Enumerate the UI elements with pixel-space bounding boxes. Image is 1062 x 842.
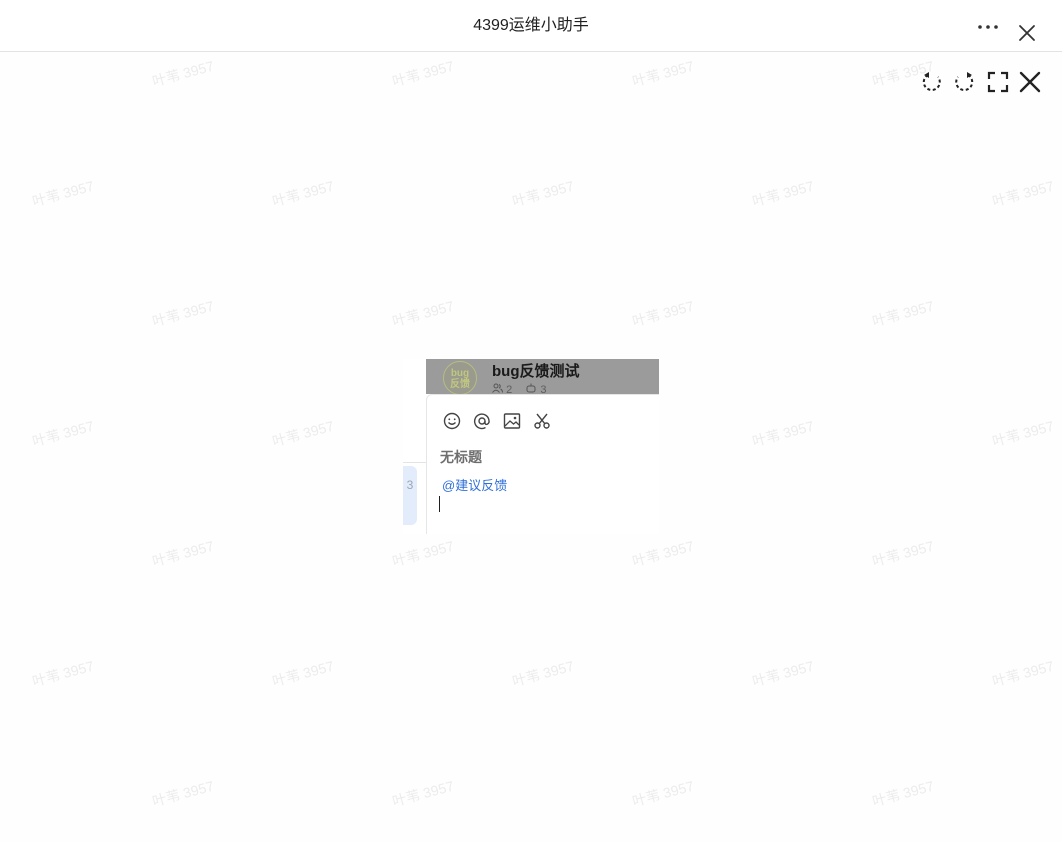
image-button[interactable]: [502, 411, 522, 431]
watermark-text: 叶苇 3957: [990, 657, 1056, 690]
fullscreen-button[interactable]: [986, 70, 1010, 94]
watermark-text: 叶苇 3957: [270, 417, 336, 450]
watermark-text: 叶苇 3957: [270, 657, 336, 690]
group-name: bug反馈测试: [492, 363, 580, 380]
scissors-icon: [534, 413, 550, 429]
watermark-text: 叶苇 3957: [510, 177, 576, 210]
watermark-text: 叶苇 3957: [750, 177, 816, 210]
rotate-left-icon: [922, 72, 941, 92]
watermark-text: 叶苇 3957: [630, 537, 696, 570]
watermark-text: 叶苇 3957: [870, 537, 936, 570]
image-icon: [503, 413, 521, 429]
watermark-text: 叶苇 3957: [870, 777, 936, 810]
rotate-right-button[interactable]: [952, 70, 976, 94]
watermark-text: 叶苇 3957: [270, 177, 336, 210]
group-avatar: bug 反馈: [443, 361, 477, 395]
fullscreen-icon: [987, 71, 1009, 93]
emoji-icon: [443, 412, 461, 430]
mention-tag[interactable]: @建议反馈: [442, 475, 507, 494]
watermark-text: 叶苇 3957: [30, 657, 96, 690]
close-window-button[interactable]: [1016, 22, 1038, 44]
more-options-button[interactable]: [976, 20, 1000, 34]
mention-button[interactable]: [472, 411, 492, 431]
watermark-text: 叶苇 3957: [630, 297, 696, 330]
members-icon: [492, 383, 503, 393]
close-icon: [1019, 25, 1035, 41]
close-viewer-icon: [1019, 71, 1041, 93]
preview-sidebar: 3: [403, 359, 426, 534]
watermark-text: 叶苇 3957: [150, 57, 216, 90]
draft-title[interactable]: 无标题: [440, 447, 482, 467]
watermark-text: 叶苇 3957: [990, 177, 1056, 210]
watermark-text: 叶苇 3957: [390, 537, 456, 570]
more-horizontal-icon: [978, 25, 998, 29]
close-viewer-button[interactable]: [1018, 70, 1042, 94]
watermark-text: 叶苇 3957: [630, 777, 696, 810]
watermark-text: 叶苇 3957: [150, 297, 216, 330]
emoji-button[interactable]: [442, 411, 462, 431]
selected-chat-chip: 3: [403, 466, 417, 525]
chat-header: bug 反馈 bug反馈测试 2 3: [426, 359, 659, 396]
divider: [403, 462, 426, 463]
rotate-left-button[interactable]: [920, 70, 944, 94]
watermark-text: 叶苇 3957: [150, 537, 216, 570]
watermark-text: 叶苇 3957: [870, 297, 936, 330]
watermark-text: 叶苇 3957: [990, 417, 1056, 450]
bot-icon: [526, 383, 536, 393]
watermark-text: 叶苇 3957: [30, 177, 96, 210]
watermark-text: 叶苇 3957: [750, 657, 816, 690]
mention-icon: [473, 413, 490, 430]
screenshot-button[interactable]: [532, 411, 552, 431]
watermark-text: 叶苇 3957: [630, 57, 696, 90]
watermark-text: 叶苇 3957: [150, 777, 216, 810]
watermark-text: 叶苇 3957: [750, 417, 816, 450]
rotate-right-icon: [955, 72, 974, 92]
message-editor: 无标题 @建议反馈: [426, 394, 659, 534]
image-preview: 3 bug 反馈 bug反馈测试 2 3 无标题 @建议反馈: [403, 359, 659, 534]
window-title: 4399运维小助手: [473, 17, 589, 34]
watermark-text: 叶苇 3957: [390, 57, 456, 90]
watermark-text: 叶苇 3957: [390, 297, 456, 330]
watermark-text: 叶苇 3957: [30, 417, 96, 450]
watermark-text: 叶苇 3957: [390, 777, 456, 810]
text-cursor: [439, 496, 440, 512]
title-bar: 4399运维小助手: [0, 0, 1062, 52]
watermark-text: 叶苇 3957: [510, 657, 576, 690]
